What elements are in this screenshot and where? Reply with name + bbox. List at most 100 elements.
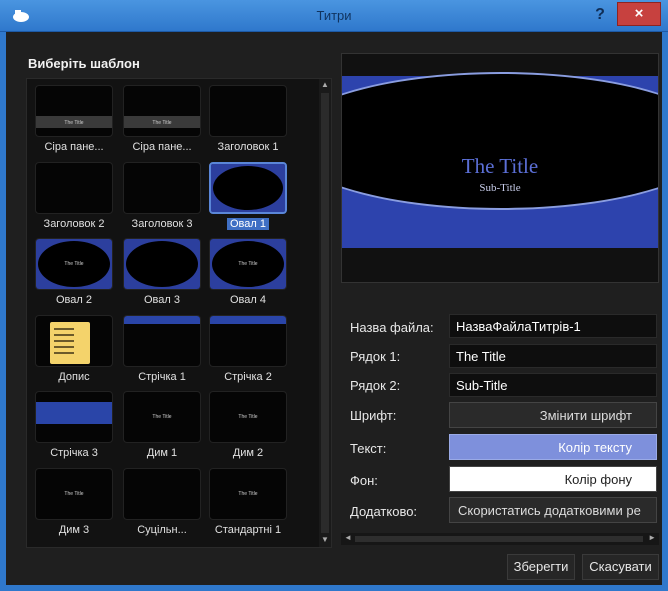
template-label-text: Стрічка 2 xyxy=(224,371,272,383)
change-font-button[interactable]: Змінити шрифт xyxy=(449,402,657,428)
template-label-text: Стрічка 3 xyxy=(50,447,98,459)
template-label: Сіра пане... xyxy=(31,141,117,153)
template-label: Стрічка 3 xyxy=(31,447,117,459)
template-thumbnail xyxy=(35,391,113,443)
template-label: Дим 2 xyxy=(205,447,291,459)
template-label-text: Заголовок 3 xyxy=(131,218,193,230)
preview-title: The Title xyxy=(461,154,539,178)
background-color-button[interactable]: Колір фону xyxy=(449,466,657,492)
h-scroll-thumb[interactable] xyxy=(355,536,643,542)
template-label-text: Овал 2 xyxy=(56,294,92,306)
template-label: Овал 3 xyxy=(119,294,205,306)
template-label-text: Стандартні 1 xyxy=(214,524,282,536)
template-label: Стрічка 1 xyxy=(119,371,205,383)
cancel-button[interactable]: Скасувати xyxy=(582,554,659,580)
template-label: Овал 2 xyxy=(31,294,117,306)
template-item[interactable]: Суцільн... xyxy=(119,466,205,542)
template-thumbnail xyxy=(123,315,201,367)
template-label-text: Стрічка 1 xyxy=(138,371,186,383)
template-label: Стандартні 1 xyxy=(205,524,291,536)
template-item[interactable]: The Title Сіра пане... xyxy=(119,83,205,159)
template-item[interactable]: Стрічка 3 xyxy=(31,389,117,465)
template-thumbnail xyxy=(209,315,287,367)
form-scrollbar[interactable]: ◄ ► xyxy=(341,533,659,545)
template-thumbnail xyxy=(209,162,287,214)
template-item[interactable]: Заголовок 3 xyxy=(119,160,205,236)
template-thumbnail: The Title xyxy=(35,468,113,520)
template-section-label: Виберіть шаблон xyxy=(28,56,140,71)
template-label: Заголовок 1 xyxy=(205,141,291,153)
template-thumbnail: The Title xyxy=(35,85,113,137)
template-item[interactable]: The Title Сіра пане... xyxy=(31,83,117,159)
filename-label: Назва файла: xyxy=(350,320,434,335)
thumbnail-title: The Title xyxy=(152,120,172,126)
template-thumbnail xyxy=(123,238,201,290)
template-label-text: Овал 4 xyxy=(230,294,266,306)
template-label: Заголовок 2 xyxy=(31,218,117,230)
template-item[interactable]: The Title Овал 4 xyxy=(205,236,291,312)
template-item[interactable]: Заголовок 2 xyxy=(31,160,117,236)
template-label-text: Дим 3 xyxy=(58,524,90,536)
scroll-thumb[interactable] xyxy=(321,93,329,533)
template-thumbnail: The Title xyxy=(123,391,201,443)
thumbnail-title: The Title xyxy=(64,491,84,497)
template-label: Заголовок 3 xyxy=(119,218,205,230)
template-label-text: Сіра пане... xyxy=(44,141,104,153)
template-label-text: Овал 1 xyxy=(227,218,269,230)
template-thumbnail: The Title xyxy=(209,238,287,290)
template-item[interactable]: Стрічка 2 xyxy=(205,313,291,389)
template-label-text: Заголовок 2 xyxy=(43,218,105,230)
text-color-button[interactable]: Колір тексту xyxy=(449,434,657,460)
thumbnail-title: The Title xyxy=(238,491,258,497)
background-label: Фон: xyxy=(350,473,378,488)
window-title: Титри xyxy=(316,8,352,23)
template-item[interactable]: The Title Стандартні 1 xyxy=(205,466,291,542)
advanced-settings-button[interactable]: Скористатись додатковими ре xyxy=(449,497,657,523)
template-label: Допис xyxy=(31,371,117,383)
close-button[interactable]: × xyxy=(617,2,661,26)
template-thumbnail: The Title xyxy=(123,85,201,137)
title-bar: Титри ? × xyxy=(0,0,668,32)
template-label: Овал 4 xyxy=(205,294,291,306)
template-item[interactable]: Заголовок 1 xyxy=(205,83,291,159)
scroll-left-icon[interactable]: ◄ xyxy=(344,533,352,542)
template-label: Сіра пане... xyxy=(119,141,205,153)
template-label: Дим 1 xyxy=(119,447,205,459)
template-item[interactable]: The Title Дим 2 xyxy=(205,389,291,465)
scroll-up-icon[interactable]: ▲ xyxy=(321,80,329,90)
template-thumbnail xyxy=(35,315,113,367)
line1-label: Рядок 1: xyxy=(350,349,401,364)
template-item[interactable]: The Title Дим 3 xyxy=(31,466,117,542)
template-thumbnail: The Title xyxy=(209,468,287,520)
filename-field[interactable] xyxy=(449,314,657,338)
template-label-text: Суцільн... xyxy=(137,524,187,536)
scroll-down-icon[interactable]: ▼ xyxy=(321,535,329,545)
template-scrollbar[interactable]: ▲ ▼ xyxy=(319,79,331,547)
line2-label: Рядок 2: xyxy=(350,378,401,393)
template-label-text: Допис xyxy=(58,371,90,383)
title-preview: The Title Sub-Title xyxy=(341,53,659,283)
template-label-text: Овал 3 xyxy=(144,294,180,306)
font-label: Шрифт: xyxy=(350,408,397,423)
template-item[interactable]: Овал 3 xyxy=(119,236,205,312)
template-label: Дим 3 xyxy=(31,524,117,536)
text-label: Текст: xyxy=(350,441,387,456)
save-button[interactable]: Зберегти xyxy=(507,554,575,580)
line2-field[interactable] xyxy=(449,373,657,397)
thumbnail-title: The Title xyxy=(64,261,84,267)
advanced-label: Додатково: xyxy=(350,504,418,519)
template-item[interactable]: Стрічка 1 xyxy=(119,313,205,389)
line1-field[interactable] xyxy=(449,344,657,368)
template-item[interactable]: Допис xyxy=(31,313,117,389)
template-list[interactable]: The Title Сіра пане... The Title Сіра пане.… xyxy=(26,78,332,548)
scroll-right-icon[interactable]: ► xyxy=(648,533,656,542)
template-label-text: Заголовок 1 xyxy=(217,141,279,153)
template-item[interactable]: Овал 1 xyxy=(205,160,291,236)
template-item[interactable]: The Title Дим 1 xyxy=(119,389,205,465)
preview-subtitle: Sub-Title xyxy=(479,182,521,194)
template-thumbnail xyxy=(35,162,113,214)
template-item[interactable]: The Title Овал 2 xyxy=(31,236,117,312)
template-label: Овал 1 xyxy=(205,218,291,230)
template-label: Стрічка 2 xyxy=(205,371,291,383)
help-button[interactable]: ? xyxy=(590,4,610,26)
